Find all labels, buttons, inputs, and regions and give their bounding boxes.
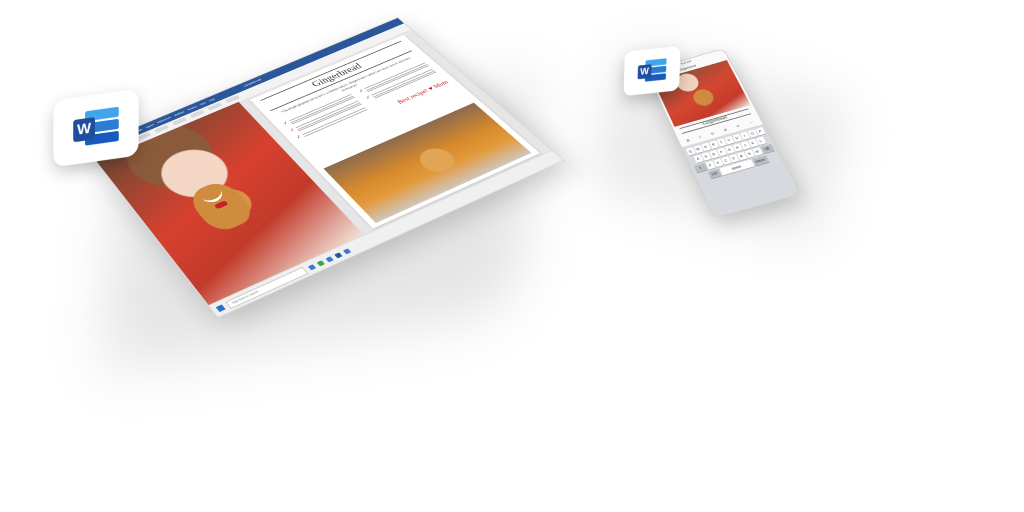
bold-button[interactable]: B: [686, 138, 691, 143]
word-app-icon-small: W: [623, 45, 681, 97]
align-button[interactable]: ≡: [736, 124, 740, 129]
gingerbread-cookie: [183, 178, 259, 236]
mail-icon[interactable]: [342, 248, 351, 255]
font-color-button[interactable]: A: [723, 127, 728, 132]
underline-button[interactable]: U: [710, 131, 715, 136]
word-taskbar-icon[interactable]: [333, 251, 343, 258]
edge-icon[interactable]: [316, 259, 325, 266]
word-app-icon: W: [53, 88, 139, 168]
more-format-button[interactable]: ⋯: [748, 119, 754, 124]
file-explorer-icon[interactable]: [325, 255, 334, 262]
italic-button[interactable]: I: [699, 135, 702, 139]
task-view-icon[interactable]: [307, 263, 316, 270]
numbers-key[interactable]: 123: [707, 168, 722, 179]
return-key[interactable]: return: [751, 155, 769, 167]
more-icon[interactable]: ⋯: [719, 56, 724, 60]
word-logo-icon: W: [73, 105, 119, 152]
word-logo-icon: W: [637, 57, 667, 85]
start-button[interactable]: [215, 304, 226, 313]
